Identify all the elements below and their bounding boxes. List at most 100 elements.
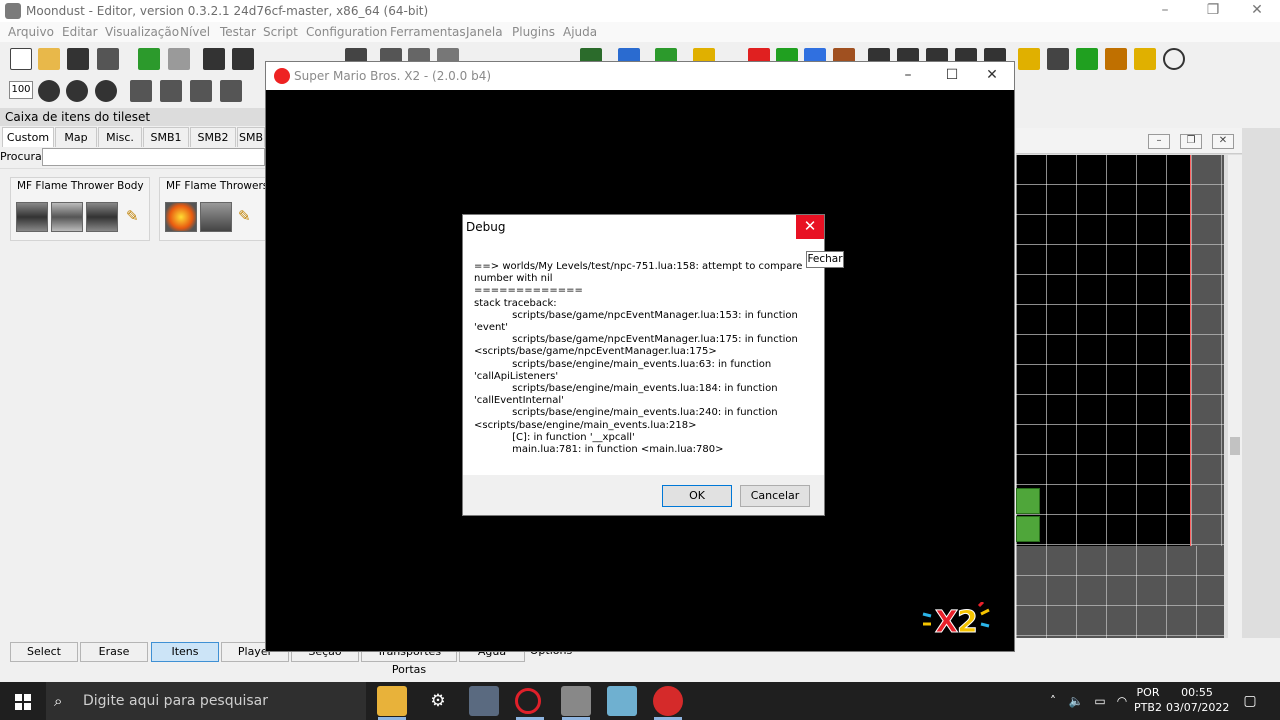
start-button[interactable] <box>0 682 46 720</box>
chevron-up-icon[interactable]: ˄ <box>1043 682 1063 720</box>
moondust-app-icon <box>5 3 21 19</box>
search-icon: ⌕ <box>54 692 63 710</box>
menu-script[interactable]: Script <box>263 25 298 39</box>
debug-message-area: ==> worlds/My Levels/test/npc-751.lua:15… <box>463 239 824 475</box>
editor-app-icon[interactable] <box>469 686 499 716</box>
tile-group-flame-throwers: MF Flame Throwers ✎ <box>159 177 269 241</box>
mdi-close-button[interactable]: ✕ <box>1212 134 1234 149</box>
redo-icon[interactable] <box>168 48 190 70</box>
mushroom-icon <box>274 68 290 84</box>
zoom-out-icon[interactable] <box>95 80 117 102</box>
debug-close-button[interactable]: ✕ <box>796 215 824 239</box>
level-vertical-scrollbar[interactable] <box>1228 155 1242 638</box>
pencil-icon[interactable]: ✎ <box>126 208 142 224</box>
battery-icon[interactable]: ▭ <box>1090 682 1110 720</box>
menu-arquivo[interactable]: Arquivo <box>8 25 54 39</box>
mode-select[interactable]: Select <box>10 642 78 662</box>
mdi-restore-button[interactable]: ❐ <box>1180 134 1202 149</box>
zoom-value[interactable]: 100 <box>9 81 33 99</box>
flip-v-icon[interactable] <box>160 80 182 102</box>
tile-group-flame-thrower-body: MF Flame Thrower Body ✎ <box>10 177 150 241</box>
tab-custom[interactable]: Custom <box>2 127 54 147</box>
x2-logo-icon: X 2 <box>922 602 990 638</box>
scrollbar-thumb[interactable] <box>1230 437 1240 455</box>
pipe-icon[interactable] <box>1076 48 1098 70</box>
menu-nivel[interactable]: Nível <box>180 25 210 39</box>
game-close-button[interactable]: ✕ <box>970 62 1014 90</box>
save-icon[interactable] <box>67 48 89 70</box>
game-minimize-button[interactable]: – <box>886 62 930 90</box>
editor-title: Moondust - Editor, version 0.3.2.1 24d76… <box>26 4 429 18</box>
tile-item[interactable] <box>200 202 232 232</box>
grass-block[interactable] <box>1016 516 1040 542</box>
speaker-icon[interactable]: 🔈 <box>1066 682 1086 720</box>
tab-misc[interactable]: Misc. <box>98 127 142 147</box>
ok-button[interactable]: OK <box>662 485 732 507</box>
tileset-search-input[interactable] <box>42 148 265 166</box>
tile-item[interactable] <box>86 202 118 232</box>
zoom-reset-icon[interactable] <box>38 80 60 102</box>
tab-smb1[interactable]: SMB1 <box>143 127 189 147</box>
notifications-icon[interactable]: ▢ <box>1238 682 1262 720</box>
menu-testar[interactable]: Testar <box>220 25 256 39</box>
rotate-left-icon[interactable] <box>190 80 212 102</box>
rotate-right-icon[interactable] <box>220 80 242 102</box>
taskbar-search-box[interactable]: ⌕ Digite aqui para pesquisar <box>46 682 366 720</box>
new-file-icon[interactable] <box>10 48 32 70</box>
menu-editar[interactable]: Editar <box>62 25 98 39</box>
maximize-button[interactable]: ❐ <box>1190 0 1236 22</box>
tile-item[interactable] <box>165 202 197 232</box>
opera-icon[interactable] <box>515 688 541 714</box>
open-folder-icon[interactable] <box>38 48 60 70</box>
coin-icon[interactable] <box>1134 48 1156 70</box>
save-all-icon[interactable] <box>97 48 119 70</box>
pencil-icon[interactable]: ✎ <box>238 208 254 224</box>
tile-item[interactable] <box>16 202 48 232</box>
grass-block[interactable] <box>1016 488 1040 514</box>
copy-icon[interactable] <box>203 48 225 70</box>
tab-smb2[interactable]: SMB2 <box>190 127 236 147</box>
close-button[interactable]: ✕ <box>1234 0 1280 22</box>
undo-icon[interactable] <box>138 48 160 70</box>
menu-ajuda[interactable]: Ajuda <box>563 25 597 39</box>
cancel-button[interactable]: Cancelar <box>740 485 810 507</box>
properties-icon[interactable] <box>1018 48 1040 70</box>
menu-configuration[interactable]: Configuration <box>306 25 387 39</box>
game-title: Super Mario Bros. X2 - (2.0.0 b4) <box>294 69 492 83</box>
mdi-minimize-button[interactable]: – <box>1148 134 1170 149</box>
svg-text:X: X <box>935 605 958 638</box>
cut-icon[interactable] <box>232 48 254 70</box>
settings-gear-icon[interactable] <box>1047 48 1069 70</box>
moondust-icon[interactable] <box>561 686 591 716</box>
menu-ferramentas[interactable]: Ferramentas <box>390 25 466 39</box>
tileset-tabs: Custom Map Misc. SMB1 SMB2 SMB <box>0 127 265 147</box>
menu-janela[interactable]: Janela <box>466 25 503 39</box>
clock-date: 03/07/2022 <box>1166 701 1230 714</box>
tile-group-label: MF Flame Throwers <box>166 180 269 192</box>
zoom-in-icon[interactable] <box>66 80 88 102</box>
clock[interactable]: 00:55 03/07/2022 <box>1166 685 1230 715</box>
tab-smb3[interactable]: SMB <box>237 127 265 147</box>
mode-items[interactable]: Itens <box>151 642 219 662</box>
mode-erase[interactable]: Erase <box>80 642 148 662</box>
game-maximize-button[interactable]: ☐ <box>930 62 974 90</box>
search-icon[interactable] <box>1163 48 1185 70</box>
close-tooltip: Fechar <box>806 251 844 268</box>
minimize-button[interactable]: – <box>1142 0 1188 22</box>
settings-gear-icon[interactable]: ⚙ <box>423 686 453 716</box>
menu-visualizacao[interactable]: Visualização <box>105 25 179 39</box>
flip-h-icon[interactable] <box>130 80 152 102</box>
debug-titlebar: Debug ✕ <box>463 215 824 239</box>
smbx2-icon[interactable] <box>653 686 683 716</box>
tile-item[interactable] <box>51 202 83 232</box>
tab-map[interactable]: Map <box>55 127 97 147</box>
svg-text:2: 2 <box>957 605 978 638</box>
network-icon[interactable]: ◠ <box>1112 682 1132 720</box>
notepad-icon[interactable] <box>607 686 637 716</box>
menu-plugins[interactable]: Plugins <box>512 25 555 39</box>
input-language[interactable]: POR PTB2 <box>1134 685 1162 715</box>
file-explorer-icon[interactable] <box>377 686 407 716</box>
windows-logo-icon <box>15 694 31 710</box>
level-out-of-bounds-right <box>1190 155 1224 546</box>
tileset-icon[interactable] <box>1105 48 1127 70</box>
